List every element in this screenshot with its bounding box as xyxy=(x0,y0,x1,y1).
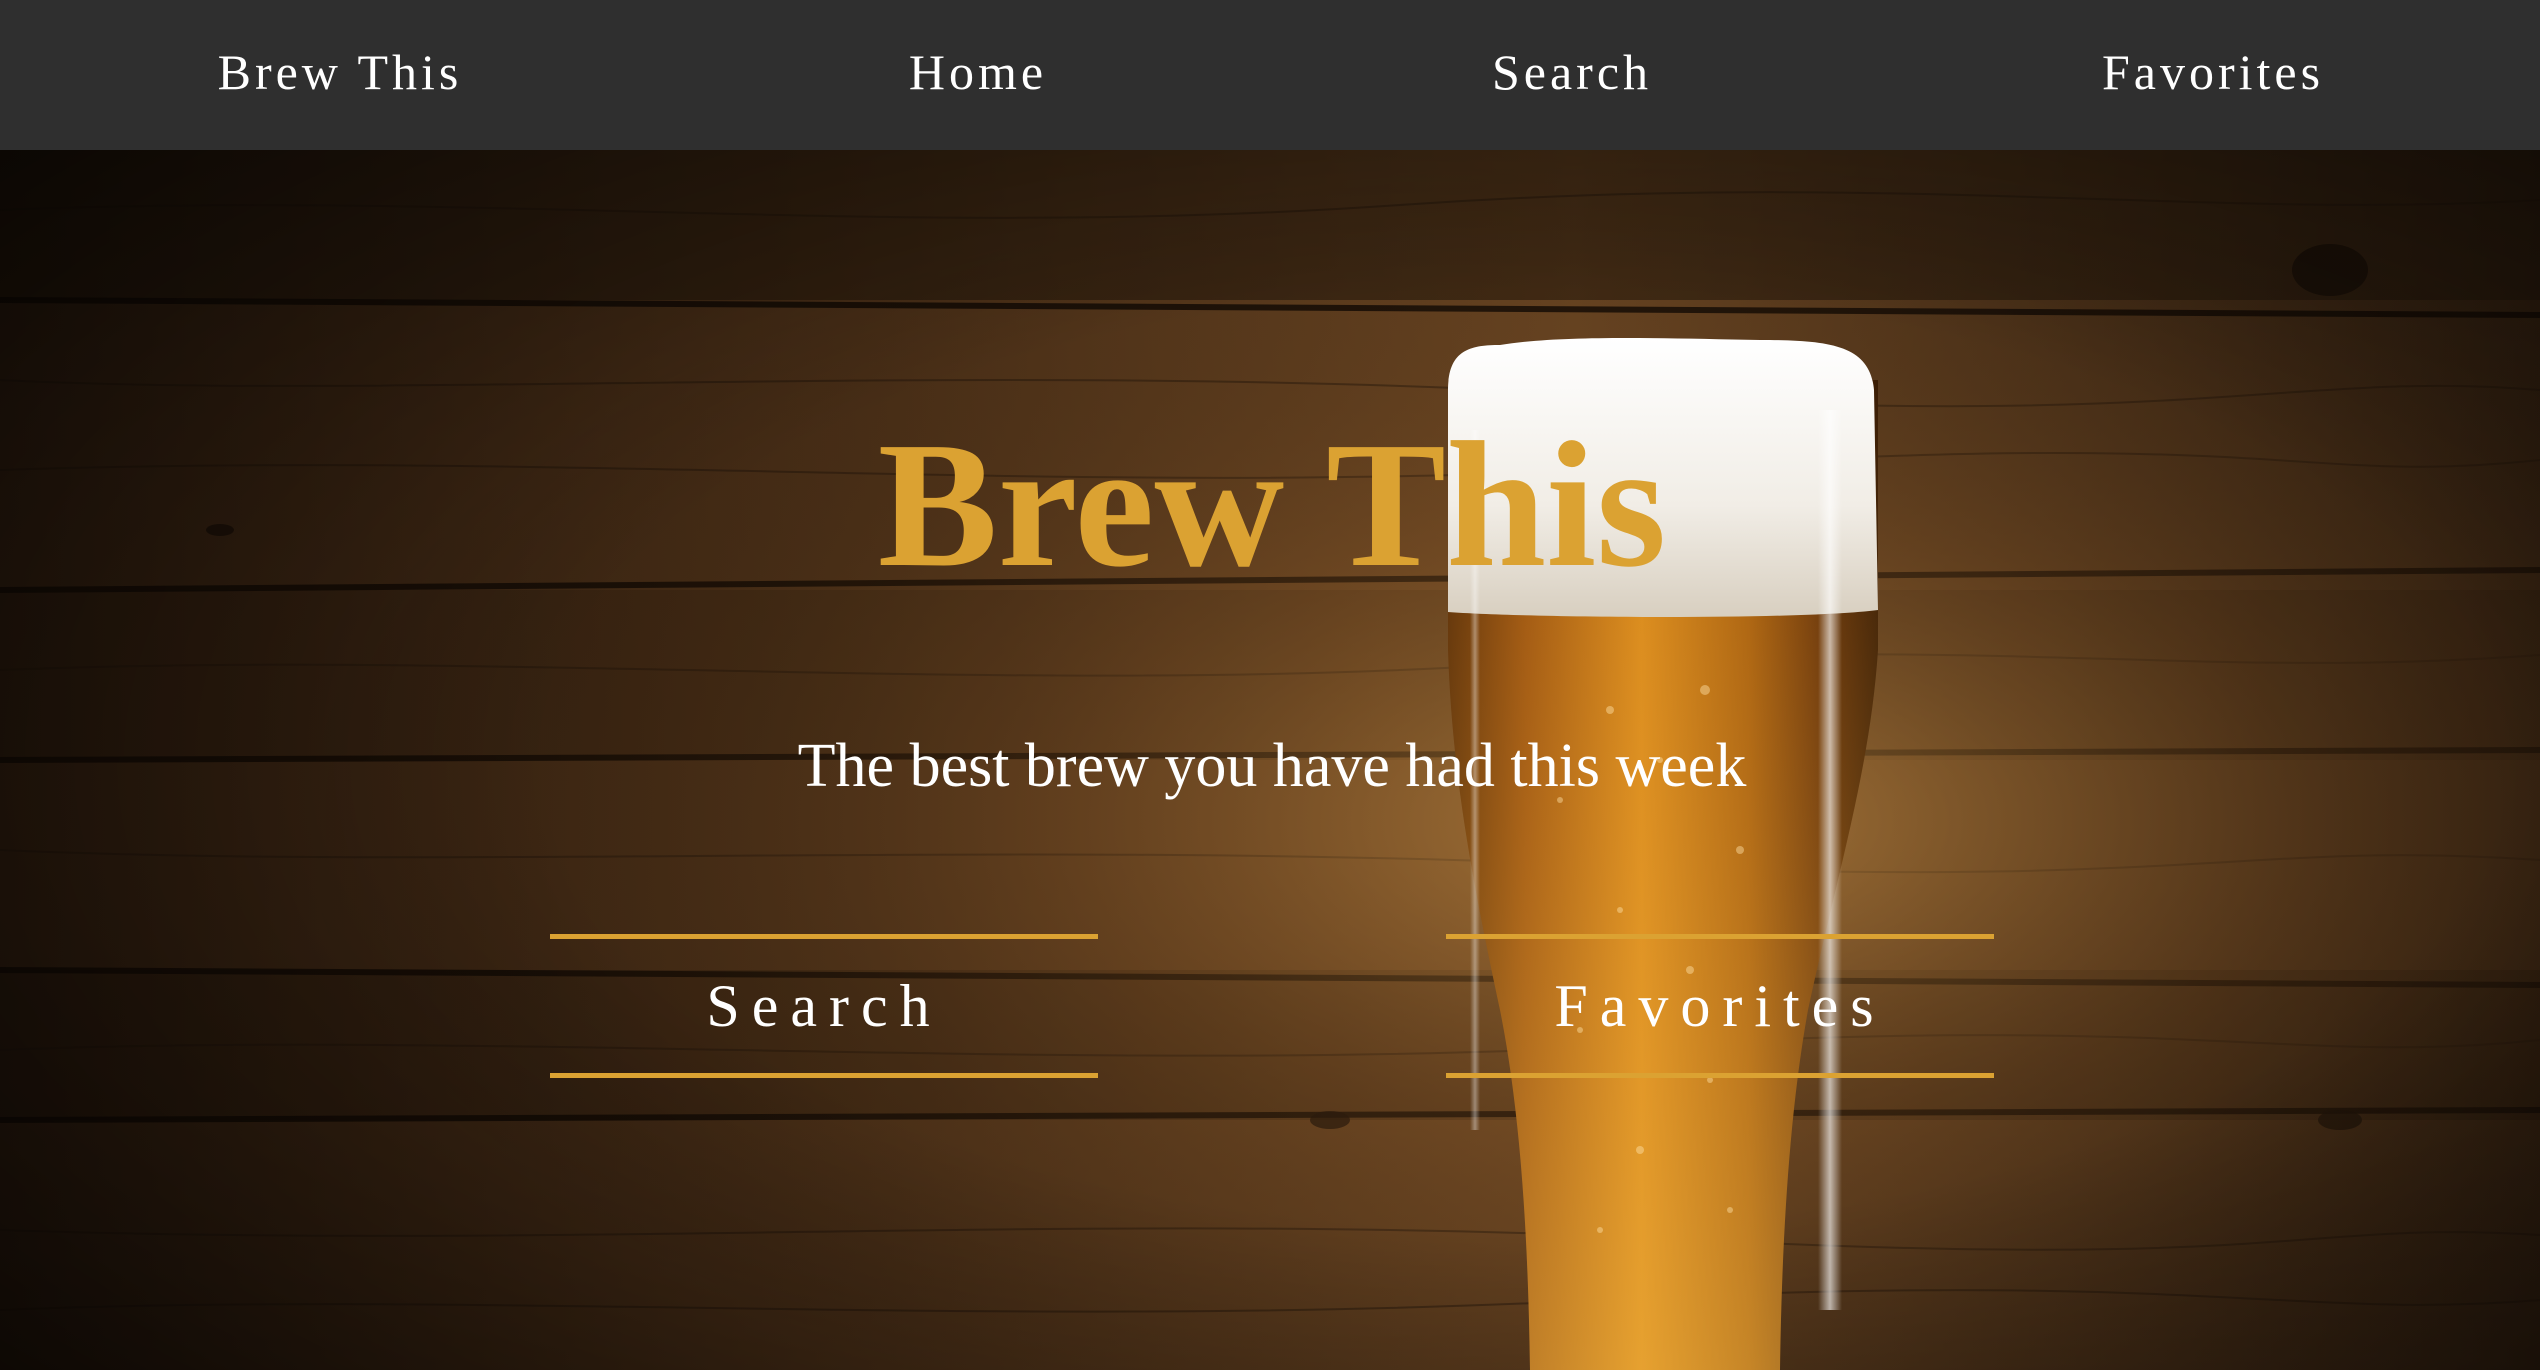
hero-section: Brew This The best brew you have had thi… xyxy=(0,150,2540,1370)
hero-search-button[interactable]: Search xyxy=(550,934,1098,1078)
nav-favorites-link[interactable]: Favorites xyxy=(2102,0,2324,145)
top-navbar: Brew This Home Search Favorites xyxy=(0,0,2540,150)
nav-brand-link[interactable]: Brew This xyxy=(218,0,463,145)
nav-search-link[interactable]: Search xyxy=(1492,0,1652,145)
hero-favorites-button[interactable]: Favorites xyxy=(1446,934,1994,1078)
hero-tagline: The best brew you have had this week xyxy=(797,732,1747,800)
nav-home-link[interactable]: Home xyxy=(909,0,1047,145)
hero-title: Brew This xyxy=(877,405,1667,604)
